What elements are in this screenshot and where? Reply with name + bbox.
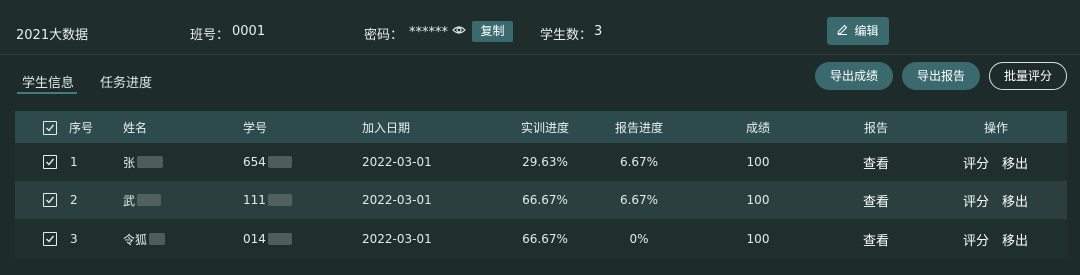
class-no-label: 班号： — [190, 28, 230, 43]
table-row: 3 令狐 014 2022-03-01 66.67% 0% 100 查看 评分 … — [15, 219, 1067, 259]
row-index: 3 — [70, 232, 78, 246]
active-tab-indicator — [17, 92, 77, 94]
class-name: 2021大数据 — [16, 28, 89, 43]
class-header: 2021大数据 班号： 0001 密码： ****** 复制 学生数： 3 编辑 — [0, 0, 1080, 55]
batch-grade-button[interactable]: 批量评分 — [989, 62, 1067, 90]
password-label: 密码： — [364, 28, 404, 43]
col-join-date: 加入日期 — [362, 120, 411, 135]
remove-link[interactable]: 移出 — [1002, 143, 1028, 181]
col-training-progress: 实训进度 — [520, 120, 569, 135]
student-name: 令狐 — [123, 219, 166, 259]
score: 100 — [746, 193, 770, 207]
col-student-id: 学号 — [243, 120, 268, 135]
col-name: 姓名 — [123, 120, 148, 135]
student-id: 014 — [243, 219, 292, 259]
export-grades-button[interactable]: 导出成绩 — [815, 62, 893, 90]
students-label: 学生数： — [540, 28, 593, 43]
report-progress: 6.67% — [619, 155, 659, 169]
edit-label: 编辑 — [854, 24, 879, 38]
password-mask: ****** — [409, 25, 448, 40]
training-progress: 66.67% — [522, 232, 568, 246]
tab-task-progress[interactable]: 任务进度 — [100, 72, 152, 91]
table-row: 1 张 654 2022-03-01 29.63% 6.67% 100 查看 评… — [15, 143, 1067, 181]
training-progress: 66.67% — [522, 193, 568, 207]
student-id: 111 — [243, 181, 292, 219]
join-date: 2022-03-01 — [362, 193, 432, 207]
copy-password-button[interactable]: 复制 — [472, 21, 513, 42]
col-actions: 操作 — [983, 120, 1008, 135]
class-no: 0001 — [232, 24, 266, 39]
grade-link[interactable]: 评分 — [963, 219, 989, 259]
join-date: 2022-03-01 — [362, 155, 432, 169]
student-id: 654 — [243, 143, 292, 181]
report-progress: 6.67% — [619, 193, 659, 207]
table-row: 2 武 111 2022-03-01 66.67% 6.67% 100 查看 评… — [15, 181, 1067, 219]
col-score: 成绩 — [745, 120, 770, 135]
score: 100 — [746, 155, 770, 169]
row-index: 1 — [70, 155, 78, 169]
report-progress: 0% — [629, 232, 649, 246]
grade-link[interactable]: 评分 — [963, 181, 989, 219]
export-reports-button[interactable]: 导出报告 — [902, 62, 980, 90]
student-name: 张 — [123, 143, 164, 181]
row-checkbox[interactable] — [43, 232, 57, 246]
join-date: 2022-03-01 — [362, 232, 432, 246]
col-index: 序号 — [69, 120, 94, 135]
tab-student-info[interactable]: 学生信息 — [22, 72, 74, 91]
students-count: 3 — [594, 24, 603, 39]
student-name: 武 — [123, 181, 162, 219]
grade-link[interactable]: 评分 — [963, 143, 989, 181]
select-all-checkbox[interactable] — [43, 121, 57, 135]
row-checkbox[interactable] — [43, 155, 57, 169]
remove-link[interactable]: 移出 — [1002, 181, 1028, 219]
score: 100 — [746, 232, 770, 246]
view-report-link[interactable]: 查看 — [826, 219, 926, 259]
col-report: 报告 — [863, 120, 888, 135]
pencil-icon — [837, 17, 848, 45]
row-index: 2 — [70, 193, 78, 207]
eye-icon[interactable] — [452, 24, 466, 34]
col-report-progress: 报告进度 — [614, 120, 663, 135]
training-progress: 29.63% — [522, 155, 568, 169]
view-report-link[interactable]: 查看 — [826, 143, 926, 181]
edit-button[interactable]: 编辑 — [827, 17, 889, 45]
row-checkbox[interactable] — [43, 193, 57, 207]
remove-link[interactable]: 移出 — [1002, 219, 1028, 259]
table-header: 序号 姓名 学号 加入日期 实训进度 报告进度 成绩 报告 操作 — [15, 111, 1067, 143]
view-report-link[interactable]: 查看 — [826, 181, 926, 219]
